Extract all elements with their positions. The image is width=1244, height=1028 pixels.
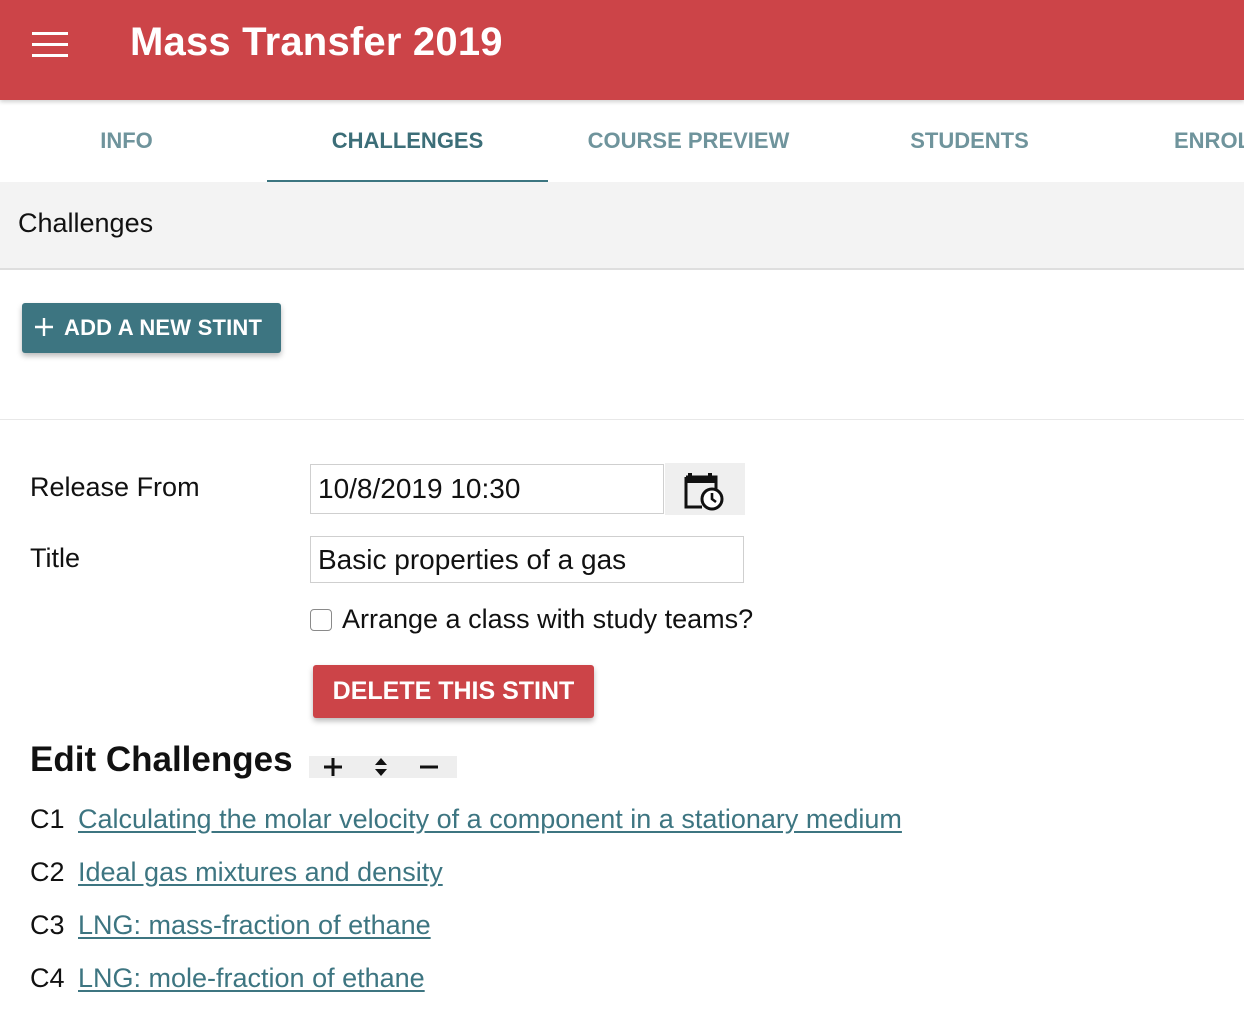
tab-course-preview[interactable]: COURSE PREVIEW <box>548 100 829 182</box>
app-bar: Mass Transfer 2019 <box>0 0 1244 100</box>
title-input[interactable] <box>310 536 744 583</box>
title-label: Title <box>30 543 81 573</box>
sort-icon <box>375 758 387 776</box>
challenge-code: C2 <box>30 857 65 887</box>
reorder-challenge-button[interactable] <box>357 756 405 778</box>
calendar-clock-icon <box>684 473 724 511</box>
divider <box>0 419 1244 420</box>
challenge-item: C2 Ideal gas mixtures and density <box>30 857 443 888</box>
edit-challenges-toolbar <box>309 756 457 778</box>
release-from-input[interactable] <box>310 464 664 514</box>
challenge-item: C4 LNG: mole-fraction of ethane <box>30 963 425 994</box>
edit-challenges-heading: Edit Challenges <box>30 740 293 779</box>
tab-enrol[interactable]: ENROL <box>1174 100 1244 182</box>
challenge-code: C3 <box>30 910 65 940</box>
add-challenge-button[interactable] <box>309 756 357 778</box>
tab-info[interactable]: INFO <box>0 100 253 182</box>
challenge-link[interactable]: LNG: mass-fraction of ethane <box>78 910 431 940</box>
challenge-link[interactable]: LNG: mole-fraction of ethane <box>78 963 425 993</box>
section-header: Challenges <box>0 182 1244 270</box>
minus-icon <box>420 765 438 769</box>
challenge-code: C4 <box>30 963 65 993</box>
menu-icon[interactable] <box>32 32 68 58</box>
plus-icon <box>324 758 342 776</box>
challenge-item: C1 Calculating the molar velocity of a co… <box>30 804 902 835</box>
challenge-link[interactable]: Calculating the molar velocity of a comp… <box>78 804 902 834</box>
section-title: Challenges <box>18 208 154 238</box>
release-from-label: Release From <box>30 472 200 502</box>
tab-bar: INFO CHALLENGES COURSE PREVIEW STUDENTS … <box>0 100 1244 183</box>
tab-challenges[interactable]: CHALLENGES <box>267 100 548 182</box>
tab-students[interactable]: STUDENTS <box>829 100 1110 182</box>
delete-stint-button[interactable]: DELETE THIS STINT <box>313 665 594 718</box>
study-teams-checkbox[interactable] <box>310 609 332 631</box>
study-teams-label: Arrange a class with study teams? <box>342 604 754 634</box>
challenge-code: C1 <box>30 804 65 834</box>
remove-challenge-button[interactable] <box>405 756 453 778</box>
add-new-stint-label: ADD A NEW STINT <box>64 315 263 340</box>
calendar-clock-button[interactable] <box>665 463 745 515</box>
app-title: Mass Transfer 2019 <box>130 20 503 64</box>
plus-icon <box>34 313 54 343</box>
add-new-stint-button[interactable]: ADD A NEW STINT <box>22 303 281 353</box>
challenge-item: C3 LNG: mass-fraction of ethane <box>30 910 431 941</box>
challenge-link[interactable]: Ideal gas mixtures and density <box>78 857 443 887</box>
